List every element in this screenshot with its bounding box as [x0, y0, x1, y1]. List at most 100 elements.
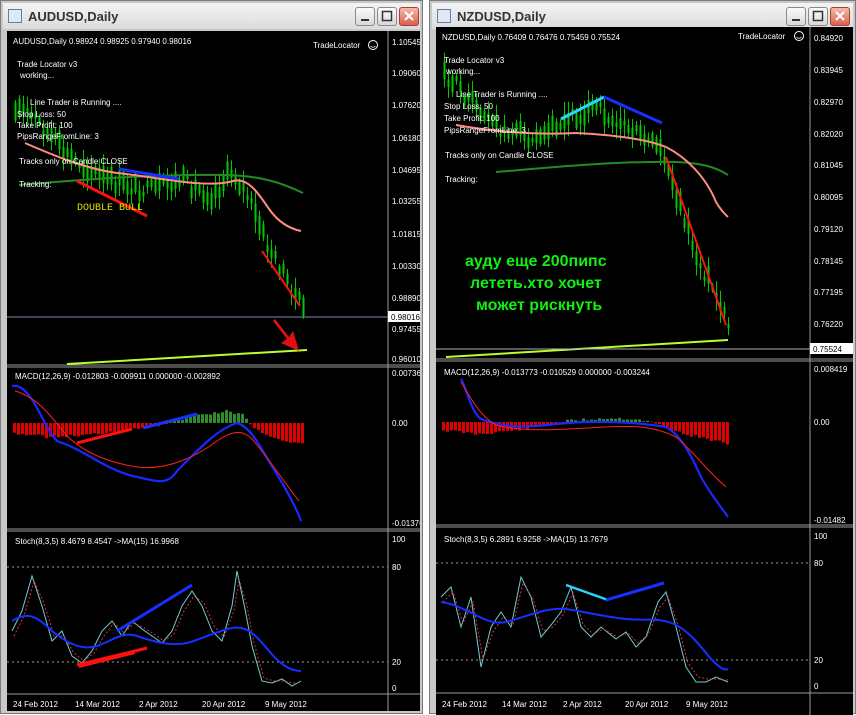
audusd-chart[interactable]: AUDUSD,Daily 0.98924 0.98925 0.97940 0.9… — [7, 31, 420, 711]
overlay-line-2: working... — [445, 67, 480, 76]
minimize-button[interactable] — [786, 7, 806, 26]
histogram-bar — [37, 423, 40, 434]
overlay-line-7: Tracks only on Candle CLOSE — [19, 157, 128, 166]
candle-body — [612, 116, 614, 127]
overlay-line-7: Tracks only on Candle CLOSE — [445, 151, 554, 160]
histogram-bar — [133, 423, 136, 428]
candle-body — [644, 133, 646, 145]
candle-body — [692, 241, 694, 250]
candle-body — [636, 125, 638, 131]
maximize-button[interactable] — [808, 7, 828, 26]
macd-label: MACD(12,26,9) -0.012803 -0.009911 0.0000… — [15, 372, 221, 381]
close-button[interactable] — [399, 7, 419, 26]
histogram-bar — [293, 423, 296, 442]
histogram-bar — [105, 423, 108, 433]
candle-body — [143, 192, 145, 197]
overlay-line-3: Line Trader is Running .... — [30, 98, 122, 107]
price-tick: 1.06180 — [392, 134, 420, 143]
stoch-ma-line — [12, 616, 301, 671]
nzdusd-chart-canvas[interactable]: NZDUSD,Daily 0.76409 0.76476 0.75459 0.7… — [436, 27, 853, 715]
histogram-bar — [722, 422, 725, 443]
candle-body — [103, 166, 105, 184]
candle-body — [203, 190, 205, 203]
histogram-bar — [253, 423, 256, 428]
histogram-bar — [209, 414, 212, 423]
histogram-bar — [654, 422, 657, 424]
time-axis: 24 Feb 2012 14 Mar 2012 2 Apr 2012 20 Ap… — [13, 700, 307, 709]
candle-body — [167, 180, 169, 189]
price-tick: 1.03255 — [392, 197, 420, 206]
histogram-bar — [466, 422, 469, 432]
price-tick: 1.00330 — [392, 262, 420, 271]
candle-body — [696, 251, 698, 265]
histogram-bar — [718, 422, 721, 440]
candle-body — [211, 193, 213, 209]
price-tick: 0.96010 — [392, 355, 420, 364]
candle-body — [127, 182, 129, 195]
histogram-bar — [249, 423, 252, 424]
maximize-button[interactable] — [377, 7, 397, 26]
price-tick: 0.76220 — [814, 320, 843, 329]
blue-trendline — [606, 583, 664, 600]
histogram-bar — [69, 423, 72, 435]
histogram-bar — [33, 423, 36, 435]
histogram-bar — [221, 412, 224, 423]
candle-body — [191, 186, 193, 198]
nzdusd-chart[interactable]: NZDUSD,Daily 0.76409 0.76476 0.75459 0.7… — [436, 27, 853, 715]
audusd-window[interactable]: AUDUSD,Daily — [0, 0, 423, 714]
histogram-bar — [257, 423, 260, 430]
candle-body — [215, 185, 217, 198]
audusd-titlebar[interactable]: AUDUSD,Daily — [3, 3, 420, 29]
red-trendline-2 — [79, 653, 135, 667]
histogram-bar — [225, 410, 228, 423]
candle-body — [251, 198, 253, 203]
histogram-bar — [281, 423, 284, 441]
overlay-line-4: Stop Loss: 50 — [444, 102, 493, 111]
stoch-tick: 0 — [392, 684, 397, 693]
histogram-bar — [702, 422, 705, 437]
chart-info: AUDUSD,Daily 0.98924 0.98925 0.97940 0.9… — [13, 37, 192, 46]
price-tick: 0.82970 — [814, 98, 843, 107]
overlay-line-4: Stop Loss: 50 — [17, 110, 66, 119]
histogram-bar — [638, 419, 641, 422]
price-axis: 0.84920 0.83945 0.82970 0.82020 0.81045 … — [810, 34, 853, 354]
price-tick: 1.07620 — [392, 101, 420, 110]
histogram-bar — [13, 423, 16, 433]
candle-body — [219, 187, 221, 198]
candle-body — [139, 190, 141, 201]
histogram-bar — [201, 414, 204, 423]
candle-body — [452, 76, 454, 93]
current-price-label: 0.75524 — [813, 345, 842, 354]
candle-body — [275, 251, 277, 259]
histogram-bar — [686, 422, 689, 435]
minimize-button[interactable] — [355, 7, 375, 26]
chart-window-icon — [437, 9, 451, 23]
nzdusd-titlebar[interactable]: NZDUSD,Daily — [432, 3, 853, 29]
candle-body — [231, 169, 233, 177]
support-line — [67, 350, 307, 364]
histogram-bar — [714, 422, 717, 440]
nzdusd-window[interactable]: NZDUSD,Daily — [429, 0, 856, 714]
histogram-bar — [197, 414, 200, 423]
audusd-chart-canvas[interactable]: AUDUSD,Daily 0.98924 0.98925 0.97940 0.9… — [7, 31, 420, 711]
histogram-bar — [261, 423, 264, 433]
histogram-bar — [566, 420, 569, 422]
candle-body — [199, 185, 201, 194]
price-tick: 0.83945 — [814, 66, 843, 75]
candle-body — [528, 137, 530, 148]
comment-line-1: ауду еще 200пипс — [465, 253, 607, 270]
candle-body — [536, 129, 538, 143]
current-price-label: 0.98016 — [391, 313, 420, 322]
close-button[interactable] — [830, 7, 850, 26]
histogram-bar — [694, 422, 697, 435]
histogram-bar — [289, 423, 292, 443]
candle-body — [700, 263, 702, 268]
stoch-tick: 80 — [392, 563, 401, 572]
comment-line-3: может рискнуть — [476, 297, 602, 314]
histogram-bar — [73, 423, 76, 436]
signal-line — [15, 391, 299, 501]
stoch-label: Stoch(8,3,5) 8.4679 8.4547 ->MA(15) 16.9… — [15, 537, 179, 546]
stoch-tick: 80 — [814, 559, 823, 568]
histogram-bar — [81, 423, 84, 435]
candle-body — [227, 162, 229, 180]
